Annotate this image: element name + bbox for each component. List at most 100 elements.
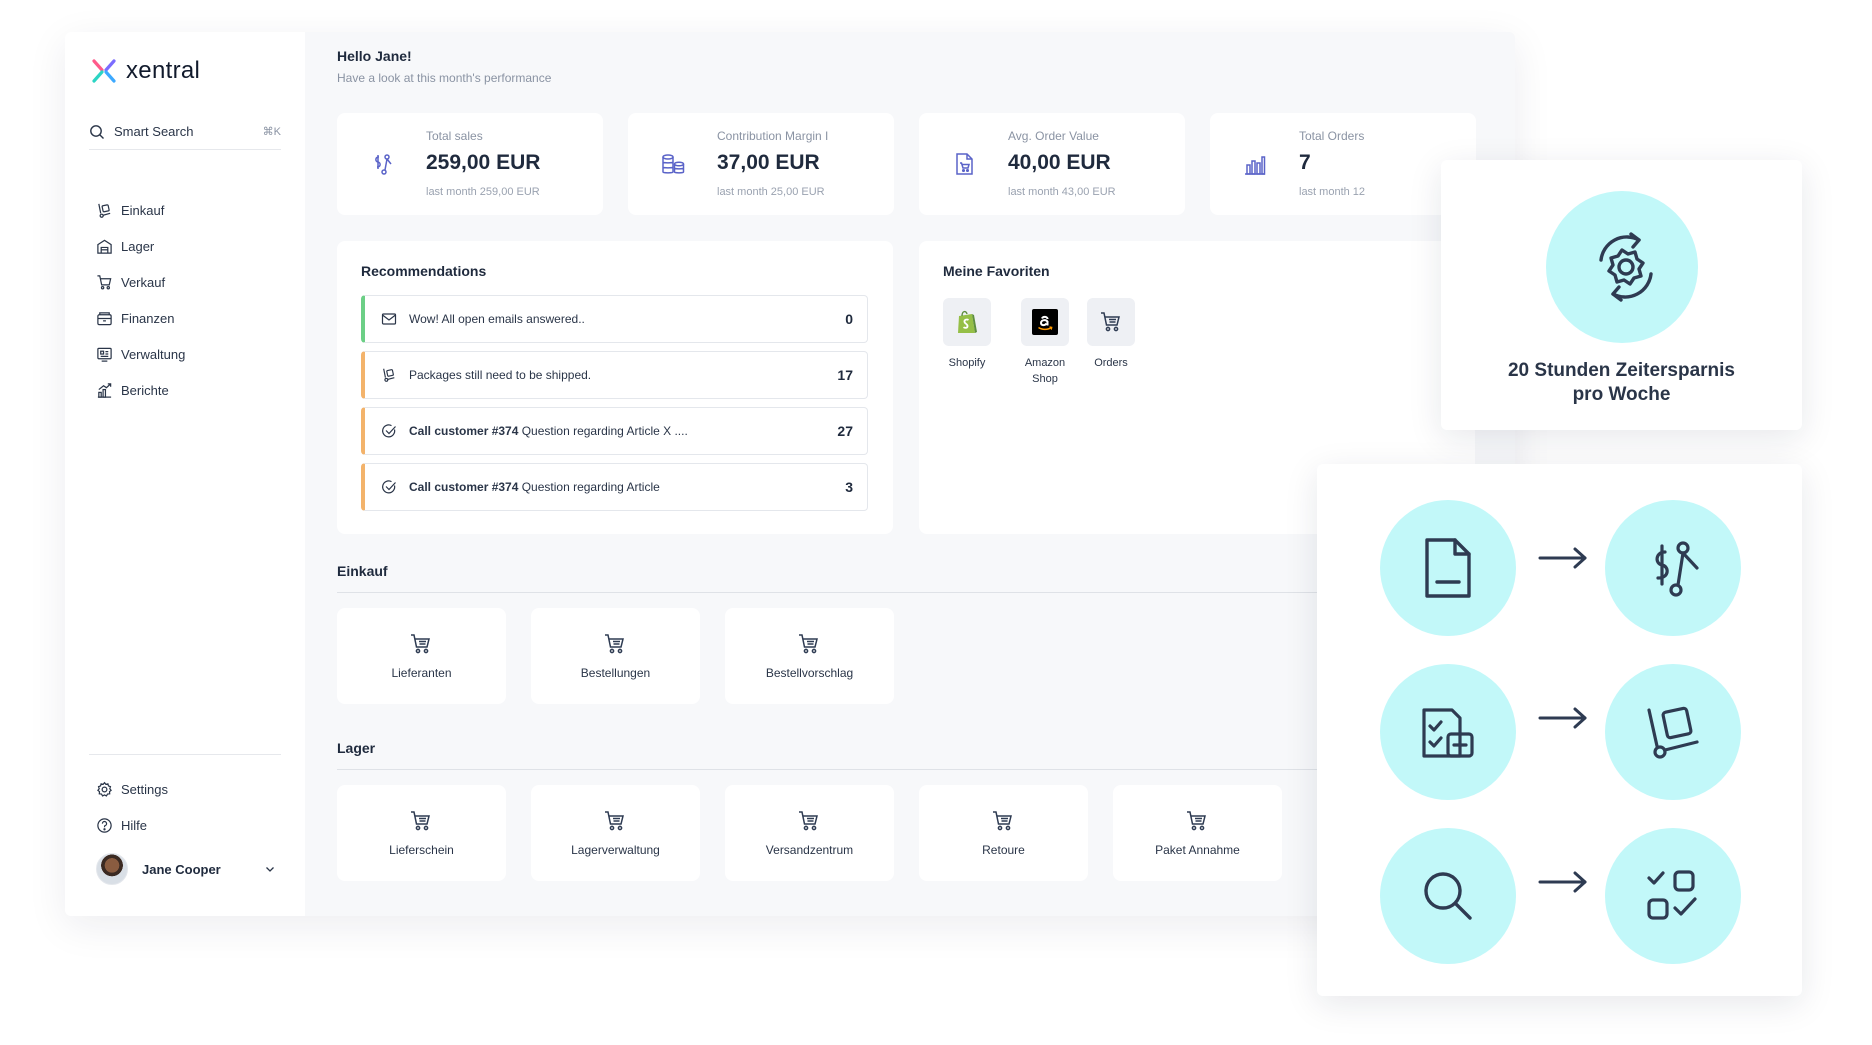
cart-icon: [1087, 298, 1135, 346]
tile-paket-annahme[interactable]: Paket Annahme: [1113, 785, 1282, 881]
favorite-shopify[interactable]: Shopify: [937, 298, 997, 371]
sidebar-item-label: Verkauf: [121, 274, 166, 290]
recommendation-strong: Call customer #374: [409, 424, 519, 438]
arrow-right-icon: [1538, 707, 1587, 729]
stat-card-total-sales[interactable]: Total sales 259,00 EUR last month 259,00…: [337, 113, 603, 215]
recommendation-item[interactable]: Call customer #374 Question regarding Ar…: [361, 463, 868, 511]
cart-icon: [993, 811, 1012, 831]
smart-search[interactable]: Smart Search ⌘K: [89, 114, 281, 150]
stat-comparison: last month 25,00 EUR: [717, 186, 825, 198]
stat-value: 37,00 EUR: [717, 151, 820, 174]
tile-lieferanten[interactable]: Lieferanten: [337, 608, 506, 704]
sidebar-item-lager[interactable]: Lager: [96, 228, 185, 264]
tile-label: Paket Annahme: [1155, 843, 1240, 857]
tile-label: Lagerverwaltung: [571, 843, 660, 857]
arrow-right-icon: [1538, 871, 1587, 893]
tile-label: Versandzentrum: [765, 843, 854, 857]
cart-icon: [411, 811, 430, 831]
sidebar-item-label: Settings: [121, 781, 168, 797]
sidebar-item-hilfe[interactable]: Hilfe: [96, 807, 168, 843]
help-icon: [97, 817, 112, 833]
sidebar: xentral Smart Search ⌘K Einkauf Lager Ve…: [65, 32, 305, 916]
recommendation-text: Wow! All open emails answered..: [409, 312, 585, 326]
recommendation-text: Packages still need to be shipped.: [409, 368, 592, 382]
automation-gear-badge: [1546, 191, 1698, 343]
tile-bestellvorschlag[interactable]: Bestellvorschlag: [725, 608, 894, 704]
recommendation-item[interactable]: Wow! All open emails answered.. 0: [361, 295, 868, 343]
favorite-orders[interactable]: Orders: [1081, 298, 1141, 371]
section-title-einkauf: Einkauf: [337, 563, 388, 579]
cart-icon: [799, 811, 818, 831]
tile-lagerverwaltung[interactable]: Lagerverwaltung: [531, 785, 700, 881]
stat-card-avg-order-value[interactable]: Avg. Order Value 40,00 EUR last month 43…: [919, 113, 1185, 215]
card-title: Meine Favoriten: [943, 263, 1050, 279]
greeting: Hello Jane! Have a look at this month's …: [337, 48, 551, 85]
search-icon: [1424, 872, 1472, 920]
sidebar-item-verwaltung[interactable]: Verwaltung: [96, 336, 185, 372]
dolly-icon: [383, 368, 395, 382]
dolly-icon: [1647, 706, 1699, 759]
stat-comparison: last month 12: [1299, 186, 1366, 198]
sidebar-item-settings[interactable]: Settings: [96, 771, 168, 807]
stat-value: 7: [1299, 151, 1311, 174]
favorite-label: Shopify: [948, 357, 986, 369]
tile-lieferschein[interactable]: Lieferschein: [337, 785, 506, 881]
tile-label: Lieferschein: [389, 843, 454, 857]
time-saving-line2: pro Woche: [1572, 384, 1671, 405]
tile-bestellungen[interactable]: Bestellungen: [531, 608, 700, 704]
cart-icon: [97, 274, 112, 289]
recommendation-text: Call customer #374 Question regarding Ar…: [409, 480, 833, 494]
task-grid-check-icon: [1647, 870, 1697, 920]
stat-card-contribution-margin[interactable]: Contribution Margin I 37,00 EUR last mon…: [628, 113, 894, 215]
recommendation-item[interactable]: Packages still need to be shipped. 17: [361, 351, 868, 399]
wallet-icon: [97, 311, 112, 325]
user-menu[interactable]: Jane Cooper: [96, 852, 276, 886]
favorite-amazon-shop[interactable]: Amazon Shop: [1009, 298, 1081, 387]
mail-icon: [381, 313, 397, 325]
recommendation-item[interactable]: Call customer #374 Question regarding Ar…: [361, 407, 868, 455]
sidebar-item-label: Hilfe: [121, 817, 148, 833]
checklist-badge: [1380, 664, 1516, 800]
sidebar-item-verkauf[interactable]: Verkauf: [96, 264, 185, 300]
stat-card-total-orders[interactable]: Total Orders 7 last month 12: [1210, 113, 1476, 215]
arrow-right-icon: [1538, 547, 1587, 569]
warehouse-icon: [97, 239, 112, 254]
recommendations-card: Recommendations Wow! All open emails ans…: [337, 241, 893, 534]
section-divider: [337, 769, 1467, 770]
search-icon: [90, 124, 104, 139]
admin-icon: [97, 347, 112, 362]
avatar: [96, 853, 128, 885]
recommendation-count: 3: [845, 479, 853, 495]
document-icon: [1425, 538, 1471, 598]
shipping-badge: [1605, 664, 1741, 800]
sidebar-item-label: Verwaltung: [121, 346, 186, 362]
favorite-label: Orders: [1094, 357, 1128, 369]
brand-logo[interactable]: xentral: [91, 57, 200, 85]
stat-label: Avg. Order Value: [1008, 129, 1099, 143]
sidebar-item-finanzen[interactable]: Finanzen: [96, 300, 185, 336]
coins-stack-icon: [662, 154, 685, 174]
tile-versandzentrum[interactable]: Versandzentrum: [725, 785, 894, 881]
section-divider: [337, 592, 1467, 593]
recommendation-strong: Call customer #374: [409, 480, 519, 494]
sidebar-bottom-nav: Settings Hilfe: [96, 771, 168, 843]
sidebar-item-berichte[interactable]: Berichte: [96, 372, 185, 408]
chevron-down-icon: [266, 867, 274, 872]
bar-chart-icon: [1245, 156, 1266, 175]
recommendation-count: 0: [845, 311, 853, 327]
sidebar-item-label: Finanzen: [121, 310, 175, 326]
stat-value: 259,00 EUR: [426, 151, 541, 174]
app-window: xentral Smart Search ⌘K Einkauf Lager Ve…: [65, 32, 1515, 916]
recommendation-text: Call customer #374 Question regarding Ar…: [409, 424, 825, 438]
sidebar-item-einkauf[interactable]: Einkauf: [96, 192, 185, 228]
tile-retoure[interactable]: Retoure: [919, 785, 1088, 881]
stat-label: Contribution Margin I: [717, 129, 829, 143]
check-circle-icon: [382, 424, 396, 438]
search-shortcut: ⌘K: [262, 126, 281, 138]
cart-icon: [799, 634, 818, 654]
amazon-icon: [1021, 298, 1069, 346]
sidebar-item-label: Einkauf: [121, 202, 165, 218]
check-circle-icon: [382, 480, 396, 494]
receipt-cart-icon: [956, 153, 973, 175]
tile-label: Retoure: [982, 843, 1025, 857]
